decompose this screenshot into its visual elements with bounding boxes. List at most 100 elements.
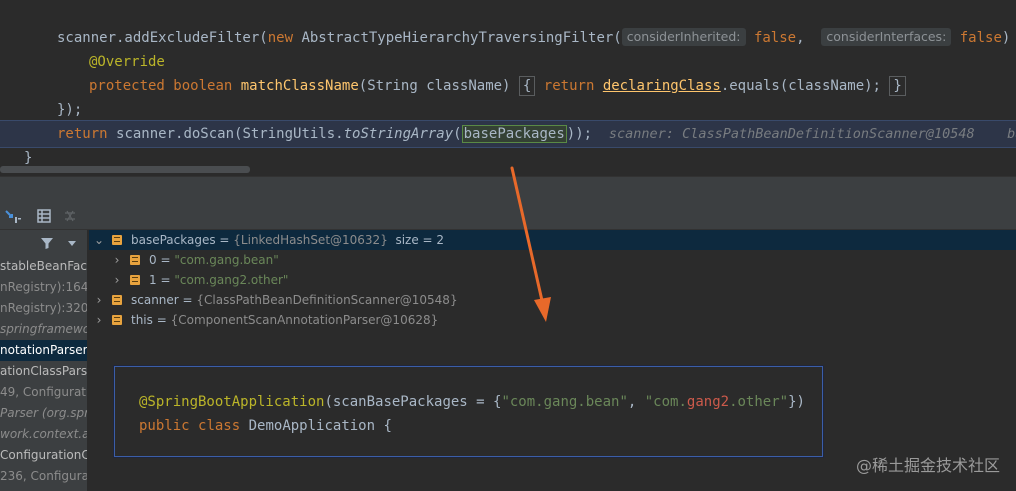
folded-block-start[interactable]: { (518, 76, 536, 96)
code-text: } (24, 150, 33, 166)
string-literal: "com.gang.bean" (501, 394, 628, 410)
string-literal: .other" (729, 394, 789, 410)
parameter-hint-consider-interfaces: considerInterfaces: (821, 28, 952, 46)
frames-panel: stableBeanFact nRegistry):164, nRegistry):… (0, 230, 88, 491)
equals-sign: = (152, 313, 171, 327)
variable-row[interactable]: › this = {ComponentScanAnnotationParser@1… (89, 310, 1016, 330)
equals-sign: = (156, 253, 175, 267)
code-line-exclude-filter[interactable]: scanner.addExcludeFilter(new AbstractTyp… (57, 26, 1016, 50)
variable-text: 0 = "com.gang.bean" (149, 250, 279, 270)
frame-item[interactable]: Parser (org.spri (0, 403, 87, 424)
variable-row[interactable]: ⌄ basePackages = {LinkedHashSet@10632} si… (89, 230, 1016, 250)
method-name: matchClassName (240, 78, 359, 94)
code-text: , (627, 394, 645, 410)
annotation-spring-boot-application: @SpringBootApplication (139, 394, 325, 410)
variable-row[interactable]: › 0 = "com.gang.bean" (89, 250, 1016, 270)
keyword-protected: protected (89, 78, 165, 94)
snippet-line-class: public class DemoApplication { (139, 414, 392, 438)
code-line-override[interactable]: @Override (89, 50, 165, 74)
chevron-right-icon[interactable]: › (93, 310, 105, 330)
field-icon (112, 235, 122, 245)
frame-list: stableBeanFact nRegistry):164, nRegistry):… (0, 256, 87, 487)
variable-text: this = {ComponentScanAnnotationParser@10… (131, 310, 438, 330)
equals-sign: = (156, 273, 175, 287)
code-line-return-scan[interactable]: return scanner.doScan(StringUtils.toStri… (57, 122, 1016, 146)
keyword-public: public (139, 418, 190, 434)
chevron-right-icon[interactable]: › (111, 250, 123, 270)
horizontal-scrollbar[interactable] (0, 166, 250, 173)
keyword-class: class (198, 418, 241, 434)
code-text: }) (788, 394, 805, 410)
code-text: DemoApplication { (240, 418, 392, 434)
code-text: )); (566, 126, 593, 142)
folded-block-end[interactable]: } (889, 76, 906, 96)
keyword-false: false (753, 30, 797, 46)
variable-row[interactable]: › scanner = {ClassPathBeanDefinitionScann… (89, 290, 1016, 310)
code-text: (scanBasePackages = { (324, 394, 502, 410)
code-text: ) { (1001, 30, 1011, 46)
frame-item[interactable]: 236, Configurat (0, 466, 87, 487)
field-icon (130, 255, 140, 265)
variable-name: scanner (131, 293, 179, 307)
field-icon (112, 295, 122, 305)
step-out-icon[interactable] (4, 208, 22, 224)
frame-item[interactable]: ationClassParse (0, 361, 87, 382)
frame-item[interactable]: work.context.an (0, 424, 87, 445)
frame-item[interactable]: stableBeanFact (0, 256, 87, 277)
variable-text: scanner = {ClassPathBeanDefinitionScanne… (131, 290, 458, 310)
code-editor[interactable]: scanner.addExcludeFilter(new AbstractTyp… (0, 0, 1016, 176)
variable-name: 0 (149, 253, 157, 267)
equals-sign: = (178, 293, 197, 307)
frame-item[interactable]: springframewo (0, 319, 87, 340)
chevron-right-icon[interactable]: › (93, 290, 105, 310)
variable-value: {ComponentScanAnnotationParser@10628} (170, 313, 439, 327)
code-text: .equals(className); (720, 78, 881, 94)
variable-name: 1 (149, 273, 157, 287)
frame-item[interactable]: nRegistry):320, (0, 298, 87, 319)
restore-layout-icon[interactable] (61, 208, 79, 224)
frame-item[interactable]: notationParser (0, 340, 87, 361)
field-icon (130, 275, 140, 285)
code-text: ( (453, 126, 462, 142)
variable-value: "com.gang.bean" (174, 253, 279, 267)
string-literal: "com. (644, 394, 687, 410)
variable-row[interactable]: › 1 = "com.gang2.other" (89, 270, 1016, 290)
evaluate-icon[interactable] (35, 208, 53, 224)
code-text: AbstractTypeHierarchyTraversingFilter( (293, 30, 622, 46)
field-icon (112, 315, 122, 325)
static-method-name: toStringArray (343, 126, 454, 142)
variable-value: {ClassPathBeanDefinitionScanner@10548} (196, 293, 458, 307)
keyword-boolean: boolean (173, 78, 233, 94)
frame-item[interactable]: nRegistry):164, (0, 277, 87, 298)
code-text: (String className) (358, 78, 511, 94)
filter-icon[interactable] (39, 235, 55, 251)
code-text: }); (57, 102, 83, 118)
chevron-down-icon[interactable]: ⌄ (93, 230, 105, 250)
variable-name: this (131, 313, 153, 327)
frame-item[interactable]: ConfigurationC (0, 445, 87, 466)
panel-splitter[interactable] (0, 176, 1016, 202)
watermark: @稀土掘金技术社区 (855, 456, 1000, 475)
code-snippet-overlay: @SpringBootApplication(scanBasePackages … (114, 366, 823, 457)
selected-variable[interactable]: basePackages (461, 125, 567, 143)
snippet-line-annotation: @SpringBootApplication(scanBasePackages … (139, 390, 805, 414)
equals-sign: = (215, 233, 234, 247)
frame-item[interactable]: 49, Configuratio (0, 382, 87, 403)
inline-debug-values: scanner: ClassPathBeanDefinitionScanner@… (608, 126, 1016, 142)
chevron-right-icon[interactable]: › (111, 270, 123, 290)
variable-text: 1 = "com.gang2.other" (149, 270, 288, 290)
variable-text: basePackages = {LinkedHashSet@10632} siz… (131, 230, 444, 250)
code-line-close-anon[interactable]: }); (57, 98, 82, 122)
keyword-new: new (267, 30, 294, 46)
keyword-false: false (959, 30, 1002, 46)
chevron-down-icon[interactable] (65, 235, 79, 251)
variable-value: {LinkedHashSet@10632} (233, 233, 388, 247)
field-reference-link[interactable]: declaringClass (603, 78, 721, 94)
parameter-hint-consider-inherited: considerInherited: (621, 28, 746, 46)
string-literal-highlight: gang2 (686, 394, 730, 410)
keyword-return: return (543, 78, 595, 94)
debugger-toolbar (0, 202, 1016, 230)
frames-header (0, 230, 87, 256)
code-text: scanner.doScan(StringUtils. (116, 126, 344, 142)
code-line-match-class-name[interactable]: protected boolean matchClassName(String … (89, 74, 906, 98)
